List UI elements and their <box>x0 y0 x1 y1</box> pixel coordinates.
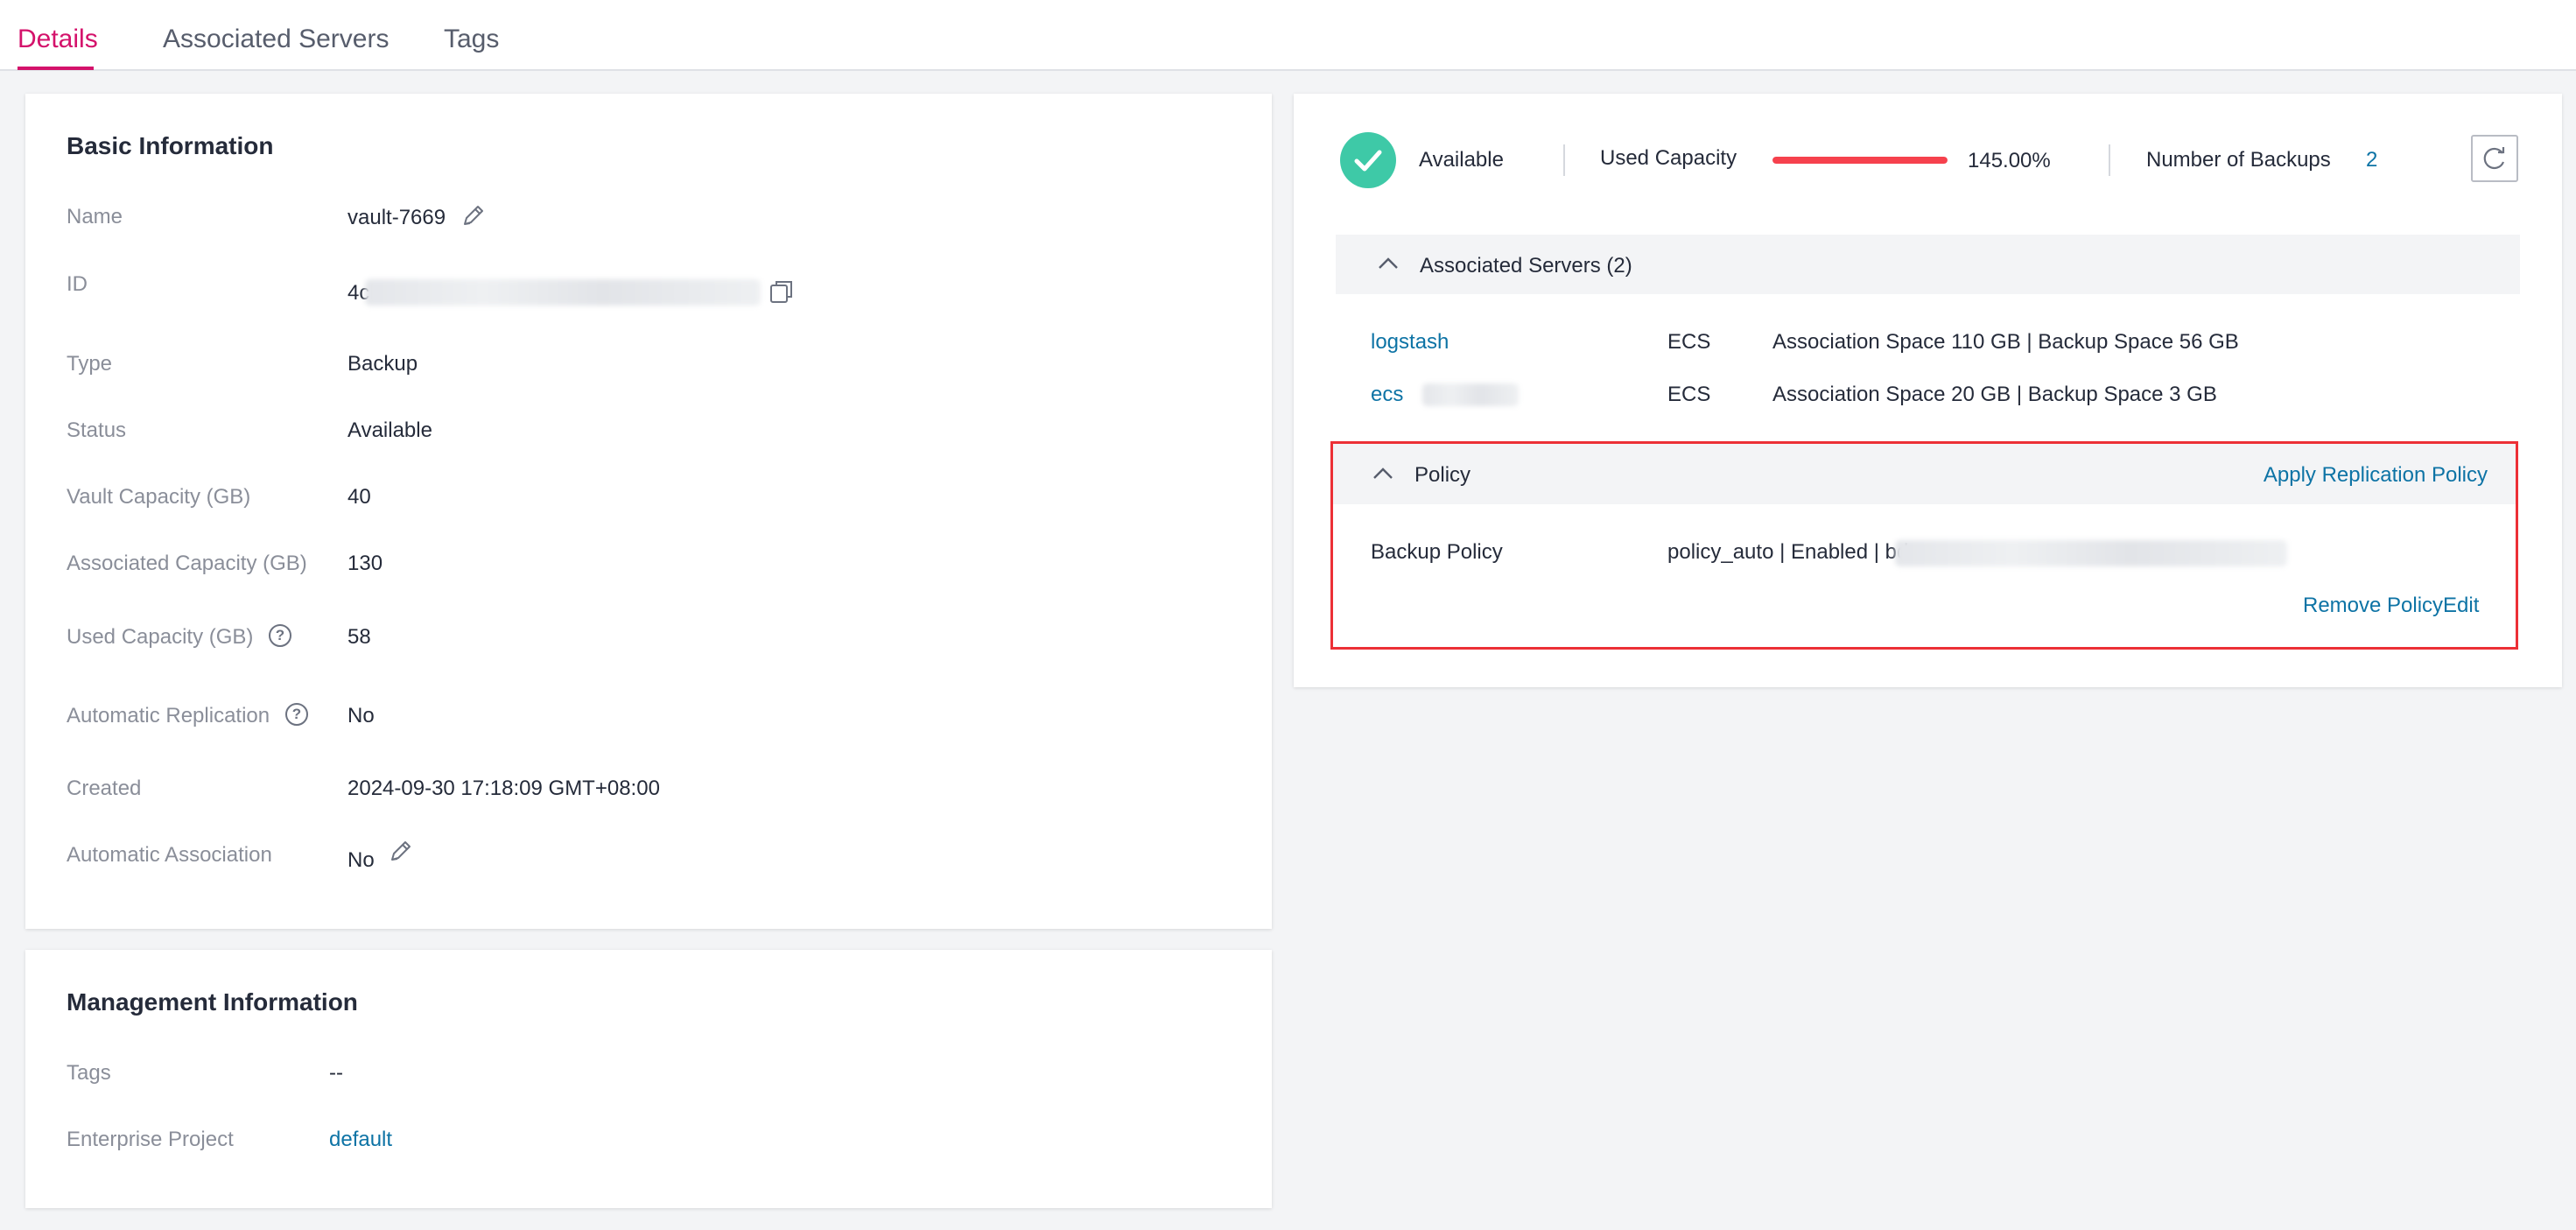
used-capacity-label: Used Capacity (GB) <box>67 625 254 649</box>
created-label: Created <box>67 777 142 800</box>
server-link-logstash[interactable]: logstash <box>1371 330 1449 355</box>
refresh-icon <box>2483 147 2505 170</box>
active-tab-indicator <box>18 67 94 70</box>
used-capacity-help-icon[interactable]: ? <box>269 624 291 647</box>
associated-servers-section-header[interactable]: Associated Servers (2) <box>1336 235 2520 294</box>
available-status-icon <box>1340 132 1396 188</box>
management-information-card: Management Information Tags -- Enterpris… <box>25 950 1272 1208</box>
server-type: ECS <box>1667 383 1711 406</box>
associated-capacity-value: 130 <box>347 552 383 575</box>
associated-servers-header-label: Associated Servers (2) <box>1420 254 1632 278</box>
id-label: ID <box>67 272 88 296</box>
automatic-replication-value: No <box>347 704 375 727</box>
tags-label: Tags <box>67 1061 111 1085</box>
automatic-association-value: No <box>347 848 375 872</box>
vault-capacity-value: 40 <box>347 485 371 509</box>
basic-information-card: Basic Information Name vault-7669 ID 4c … <box>25 94 1272 929</box>
number-of-backups-link[interactable]: 2 <box>2366 148 2377 172</box>
enterprise-project-label: Enterprise Project <box>67 1128 234 1151</box>
policy-highlight-box: Policy Apply Replication Policy Backup P… <box>1330 441 2518 650</box>
tab-bar: Details Associated Servers Tags <box>0 0 2576 71</box>
used-capacity-percent: 145.00% <box>1968 149 2051 172</box>
basic-information-title: Basic Information <box>67 132 274 159</box>
chevron-up-icon[interactable] <box>1376 254 1400 278</box>
server-space-detail: Association Space 20 GB | Backup Space 3… <box>1772 383 2217 406</box>
server-type: ECS <box>1667 330 1711 354</box>
divider <box>2109 144 2110 176</box>
policy-section-header[interactable]: Policy Apply Replication Policy <box>1333 444 2516 504</box>
automatic-association-label: Automatic Association <box>67 843 272 867</box>
management-information-title: Management Information <box>67 988 358 1016</box>
server-link-ecs[interactable]: ecs <box>1371 383 1403 407</box>
edit-automatic-association-icon[interactable] <box>388 838 414 868</box>
vault-summary-card: Available Used Capacity 145.00% Number o… <box>1294 94 2562 687</box>
backup-policy-value: policy_auto | Enabled | bd <box>1667 540 1909 564</box>
edit-name-icon[interactable] <box>460 202 487 233</box>
apply-replication-policy-link[interactable]: Apply Replication Policy <box>2264 463 2488 488</box>
tab-associated-servers[interactable]: Associated Servers <box>163 25 389 54</box>
vault-capacity-label: Vault Capacity (GB) <box>67 485 251 509</box>
chevron-up-icon[interactable] <box>1371 464 1395 488</box>
backup-policy-label: Backup Policy <box>1371 540 1503 564</box>
number-of-backups-label: Number of Backups <box>2146 148 2331 172</box>
tags-value: -- <box>329 1061 343 1085</box>
type-value: Backup <box>347 352 418 376</box>
created-value: 2024-09-30 17:18:09 GMT+08:00 <box>347 777 660 800</box>
used-capacity-summary-label: Used Capacity <box>1600 146 1737 170</box>
server-name-redacted <box>1422 383 1519 406</box>
associated-capacity-label: Associated Capacity (GB) <box>67 552 307 575</box>
remove-policy-link[interactable]: Remove Policy <box>2303 594 2443 618</box>
id-redacted <box>365 279 761 306</box>
used-capacity-progress-bar <box>1772 157 1948 164</box>
copy-icon[interactable] <box>768 278 796 310</box>
type-label: Type <box>67 352 113 376</box>
status-value: Available <box>347 418 432 442</box>
server-space-detail: Association Space 110 GB | Backup Space … <box>1772 330 2239 354</box>
name-value: vault-7669 <box>347 206 446 229</box>
enterprise-project-link[interactable]: default <box>329 1128 392 1152</box>
automatic-replication-label: Automatic Replication <box>67 704 270 727</box>
status-label: Status <box>67 418 127 442</box>
policy-header-label: Policy <box>1414 463 1471 487</box>
status-text: Available <box>1419 148 1504 172</box>
automatic-replication-help-icon[interactable]: ? <box>285 703 308 726</box>
refresh-button[interactable] <box>2471 135 2518 182</box>
tab-tags[interactable]: Tags <box>444 25 499 54</box>
used-capacity-value: 58 <box>347 625 371 649</box>
name-label: Name <box>67 205 123 228</box>
edit-policy-link[interactable]: Edit <box>2443 594 2479 618</box>
divider <box>1563 144 1565 176</box>
tab-details[interactable]: Details <box>18 25 98 54</box>
policy-id-redacted <box>1895 540 2287 566</box>
used-capacity-progress-fill <box>1772 157 1948 164</box>
